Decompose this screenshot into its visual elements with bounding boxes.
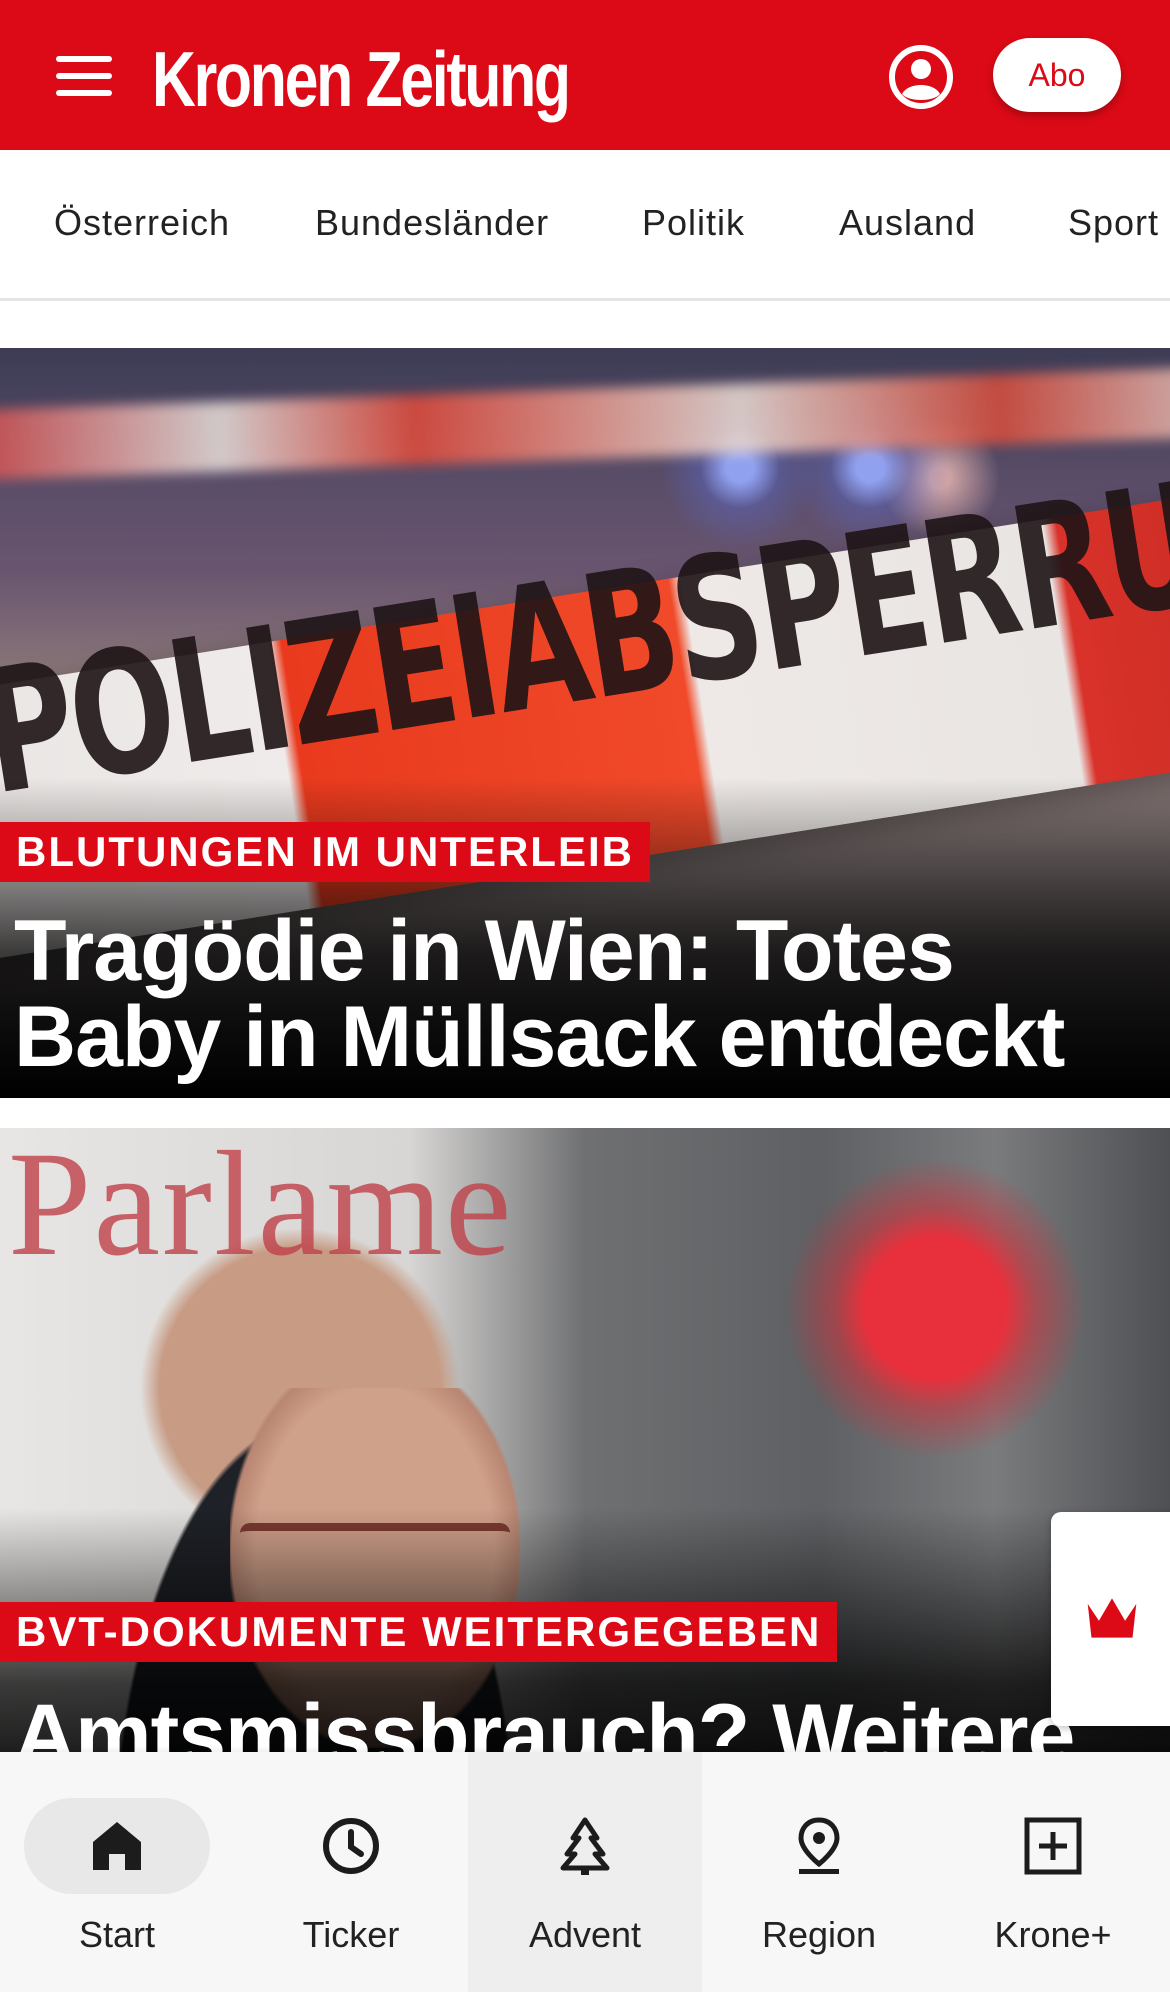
category-sport[interactable]: Sport	[1068, 202, 1159, 244]
tab-label: Start	[78, 1914, 156, 1955]
tab-label: Ticker	[302, 1914, 400, 1955]
tab-ticker[interactable]: Ticker	[234, 1752, 468, 1992]
logo[interactable]: Kronen Zeitung	[152, 34, 571, 124]
clock-icon	[323, 1818, 379, 1874]
category-politik[interactable]: Politik	[642, 202, 745, 244]
image-backdrop-text: Parlame	[8, 1128, 514, 1287]
tab-label: Advent	[528, 1914, 642, 1955]
plus-box-icon	[1024, 1817, 1082, 1875]
article-headline[interactable]: Tragödie in Wien: Totes Baby in Müllsack…	[14, 908, 1124, 1080]
tab-advent[interactable]: Advent	[468, 1752, 702, 1992]
user-profile-icon[interactable]	[888, 44, 954, 110]
crown-icon	[1087, 1598, 1137, 1638]
tree-icon	[560, 1817, 610, 1875]
krone-floating-button[interactable]	[1051, 1512, 1170, 1726]
category-nav: Österreich Bundesländer Politik Ausland …	[0, 150, 1170, 301]
location-pin-icon	[798, 1817, 840, 1874]
tab-label: Region	[761, 1914, 877, 1955]
tab-start[interactable]: Start	[0, 1752, 234, 1992]
menu-icon[interactable]	[56, 56, 112, 96]
category-oesterreich[interactable]: Österreich	[54, 202, 230, 244]
tab-label: Krone+	[994, 1914, 1112, 1955]
category-bundeslaender[interactable]: Bundesländer	[315, 202, 549, 244]
article-card[interactable]: POLIZEIABSPERRUNG BLUTUNGEN IM UNTERLEIB…	[0, 348, 1170, 1098]
category-ausland[interactable]: Ausland	[839, 202, 976, 244]
article-kicker: BLUTUNGEN IM UNTERLEIB	[0, 822, 650, 882]
home-icon	[93, 1822, 141, 1870]
app-header: Kronen Zeitung Abo	[0, 0, 1170, 150]
bottom-tab-bar: Start Ticker Advent Region Krone+	[0, 1752, 1170, 1992]
article-card[interactable]: Parlame BVT-DOKUMENTE WEITERGEGEBEN Amts…	[0, 1128, 1170, 1828]
tab-region[interactable]: Region	[702, 1752, 936, 1992]
article-kicker: BVT-DOKUMENTE WEITERGEGEBEN	[0, 1602, 838, 1662]
abo-button[interactable]: Abo	[993, 38, 1121, 112]
tab-krone-plus[interactable]: Krone+	[936, 1752, 1170, 1992]
